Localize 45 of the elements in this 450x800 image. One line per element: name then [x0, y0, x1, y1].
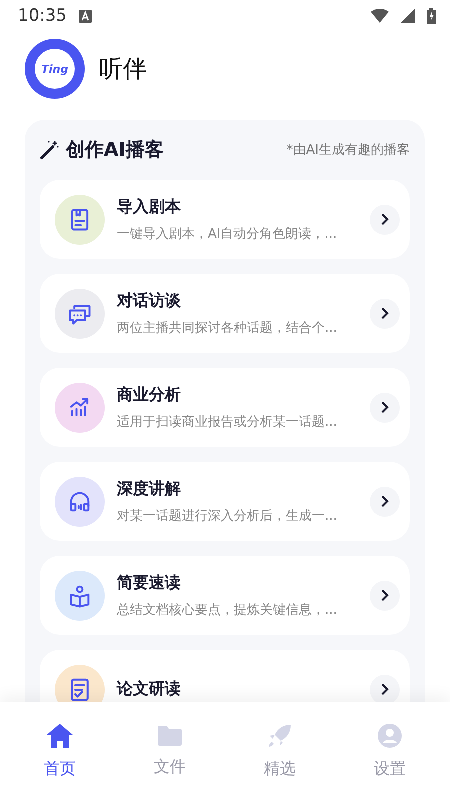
card-description: 一键导入剧本，AI自动分角色朗读，...	[117, 226, 338, 242]
card-title: 论文研读	[117, 679, 182, 700]
chevron-right-icon	[381, 401, 389, 414]
card-description: 对某一话题进行深入分析后，生成一...	[117, 508, 338, 524]
card-title: 商业分析	[117, 384, 182, 406]
chevron-button[interactable]	[370, 580, 400, 610]
card-title: 深度讲解	[117, 478, 182, 500]
panel-title: 创作AI播客	[66, 138, 164, 163]
notification-icon	[79, 10, 92, 22]
home-icon	[46, 722, 74, 748]
chevron-right-icon	[381, 213, 389, 226]
feature-card[interactable]: 导入剧本 一键导入剧本，AI自动分角色朗读，...	[40, 180, 410, 259]
rocket-icon	[267, 722, 293, 748]
feature-card[interactable]: 商业分析 适用于扫读商业报告或分析某一话题...	[40, 368, 410, 447]
status-time: 10:35	[18, 6, 67, 26]
chevron-button[interactable]	[370, 204, 400, 234]
app-name: 听伴	[99, 54, 147, 85]
folder-icon	[157, 724, 183, 746]
signal-icon	[401, 9, 415, 23]
feature-card[interactable]: 深度讲解 对某一话题进行深入分析后，生成一...	[40, 462, 410, 541]
card-description: 总结文档核心要点，提炼关键信息，...	[117, 602, 338, 618]
card-description: 两位主播共同探讨各种话题，结合个...	[117, 320, 338, 336]
magic-wand-icon	[40, 140, 60, 160]
card-description: 适用于扫读商业报告或分析某一话题...	[117, 414, 338, 430]
card-title: 导入剧本	[117, 196, 182, 218]
chevron-right-icon	[381, 307, 389, 320]
card-title: 简要速读	[117, 572, 182, 594]
wifi-icon	[371, 9, 389, 23]
panel-note: *由AI生成有趣的播客	[286, 142, 410, 159]
chevron-right-icon	[381, 495, 389, 508]
battery-icon	[427, 8, 436, 24]
feature-card[interactable]: 简要速读 总结文档核心要点，提炼关键信息，...	[40, 556, 410, 635]
logo-text: Ting	[35, 49, 75, 89]
chevron-right-icon	[381, 683, 389, 696]
card-title: 对话访谈	[117, 290, 182, 312]
chevron-button[interactable]	[370, 392, 400, 422]
chevron-button[interactable]	[370, 298, 400, 328]
nav-tab[interactable]: 首页	[5, 702, 115, 800]
document-icon	[71, 678, 89, 702]
chevron-right-icon	[381, 589, 389, 602]
feature-card[interactable]: 对话访谈 两位主播共同探讨各种话题，结合个...	[40, 274, 410, 353]
chevron-button[interactable]	[370, 486, 400, 516]
profile-icon	[377, 722, 403, 748]
feature-card[interactable]: 论文研读	[40, 650, 410, 702]
chevron-button[interactable]	[370, 674, 400, 702]
